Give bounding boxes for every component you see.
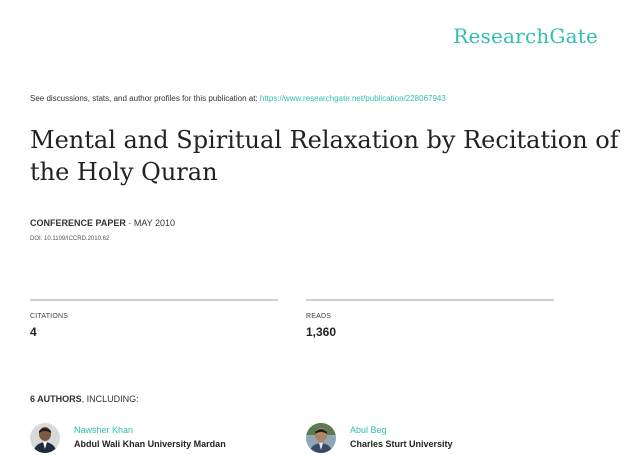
reads-value: 1,360 — [306, 325, 337, 339]
author-photo-icon — [306, 423, 336, 453]
author-info: Abul Beg Charles Sturt University — [350, 423, 453, 449]
author-photo-icon — [30, 423, 60, 453]
author-card: Nawsher Khan Abdul Wali Khan University … — [30, 423, 226, 453]
citations-value: 4 — [30, 325, 37, 339]
author-info: Nawsher Khan Abdul Wali Khan University … — [74, 423, 226, 449]
reads-stat: READS 1,360 — [306, 299, 554, 339]
author-name[interactable]: Nawsher Khan — [74, 425, 226, 435]
publication-link[interactable]: https://www.researchgate.net/publication… — [260, 94, 446, 103]
avatar[interactable] — [306, 423, 336, 453]
discussion-text: See discussions, stats, and author profi… — [30, 94, 258, 103]
author-institution: Charles Sturt University — [350, 439, 453, 449]
author-name[interactable]: Abul Beg — [350, 425, 453, 435]
author-institution: Abdul Wali Khan University Mardan — [74, 439, 226, 449]
meta-separator: · — [125, 218, 134, 228]
doi: DOI: 10.1109/ICCRD.2010.62 — [30, 236, 110, 242]
publication-date: MAY 2010 — [133, 218, 176, 228]
citations-stat: CITATIONS 4 — [30, 299, 278, 339]
avatar[interactable] — [30, 423, 60, 453]
researchgate-logo[interactable]: ResearchGate — [453, 24, 598, 48]
stat-divider — [306, 299, 554, 301]
paper-title: Mental and Spiritual Relaxation by Recit… — [30, 126, 619, 186]
citations-label: CITATIONS — [30, 313, 69, 320]
author-card: Abul Beg Charles Sturt University — [306, 423, 453, 453]
authors-header: 6 AUTHORS, INCLUDING: — [30, 394, 139, 404]
stat-divider — [30, 299, 278, 301]
authors-count: 6 AUTHORS — [30, 394, 82, 404]
publication-type: CONFERENCE PAPER — [30, 218, 126, 228]
discussion-line: See discussions, stats, and author profi… — [30, 94, 446, 103]
reads-label: READS — [306, 313, 332, 320]
publication-meta: CONFERENCE PAPER · MAY 2010 — [30, 218, 175, 228]
authors-suffix: , INCLUDING: — [81, 394, 139, 404]
